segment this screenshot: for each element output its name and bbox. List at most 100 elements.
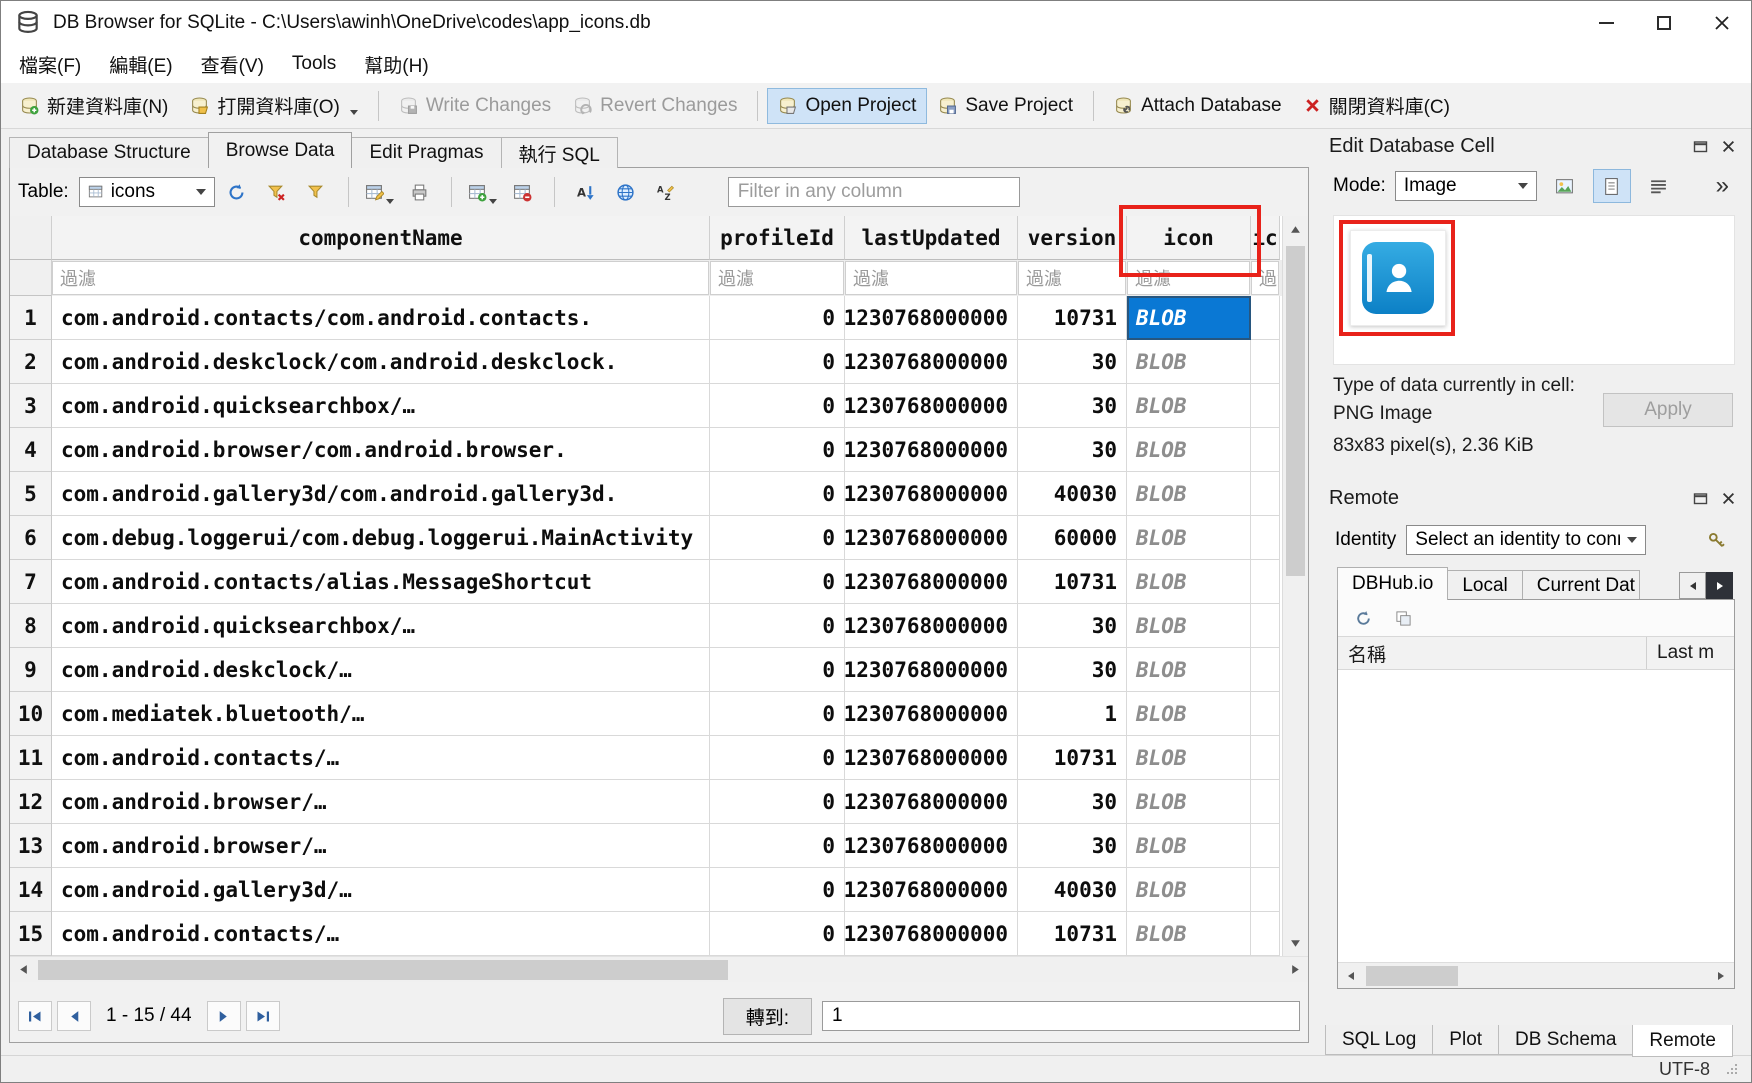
close-panel-icon[interactable] (1715, 133, 1741, 159)
save-project-button[interactable]: Save Project (927, 88, 1084, 124)
goto-button[interactable]: 轉到: (723, 998, 812, 1035)
import-data-button[interactable] (1546, 169, 1584, 203)
component-name-cell[interactable]: com.android.contacts/… (52, 736, 710, 780)
filter-lastupdated-input[interactable]: 過濾 (845, 261, 1017, 295)
column-header-componentname[interactable]: componentName (52, 216, 710, 260)
last-updated-cell[interactable]: 1230768000000 (845, 868, 1018, 912)
row-number-cell[interactable]: 14 (10, 868, 52, 912)
profile-id-cell[interactable]: 0 (710, 428, 845, 472)
icon-blob-cell[interactable]: BLOB (1127, 780, 1251, 824)
tab-sql-log[interactable]: SQL Log (1325, 1025, 1433, 1055)
version-cell[interactable]: 10731 (1018, 912, 1127, 956)
partial-cell[interactable] (1251, 912, 1280, 956)
profile-id-cell[interactable]: 0 (710, 340, 845, 384)
partial-cell[interactable] (1251, 604, 1280, 648)
profile-id-cell[interactable]: 0 (710, 912, 845, 956)
edit-record-button[interactable] (362, 176, 398, 208)
partial-cell[interactable] (1251, 868, 1280, 912)
goto-record-input[interactable] (822, 1001, 1300, 1031)
toolbar-overflow-icon[interactable]: » (1716, 172, 1735, 200)
attach-database-button[interactable]: Attach Database (1103, 88, 1292, 124)
version-cell[interactable]: 30 (1018, 648, 1127, 692)
remote-horizontal-scrollbar[interactable] (1338, 962, 1734, 988)
edit-record-dropdown-icon[interactable] (386, 199, 394, 204)
version-cell[interactable]: 30 (1018, 780, 1127, 824)
tab-scroll-right-icon[interactable] (1706, 572, 1733, 599)
vertical-scroll-thumb[interactable] (1286, 246, 1305, 576)
encoding-button[interactable] (608, 176, 644, 208)
icon-blob-cell[interactable]: BLOB (1127, 736, 1251, 780)
partial-cell[interactable] (1251, 780, 1280, 824)
edit-encoding-button[interactable]: AZ (648, 176, 684, 208)
manage-identities-button[interactable] (1697, 523, 1735, 557)
print-button[interactable] (402, 176, 438, 208)
icon-blob-cell[interactable]: BLOB (1127, 912, 1251, 956)
partial-cell[interactable] (1251, 516, 1280, 560)
open-database-dropdown-icon[interactable] (350, 110, 358, 115)
component-name-cell[interactable]: com.android.contacts/alias.MessageShortc… (52, 560, 710, 604)
save-filter-button[interactable] (299, 176, 335, 208)
float-panel-icon[interactable] (1687, 133, 1713, 159)
icon-blob-cell[interactable]: BLOB (1127, 472, 1251, 516)
version-cell[interactable]: 1 (1018, 692, 1127, 736)
version-cell[interactable]: 30 (1018, 384, 1127, 428)
icon-blob-cell[interactable]: BLOB (1127, 604, 1251, 648)
icon-blob-cell[interactable]: BLOB (1127, 296, 1251, 340)
version-cell[interactable]: 30 (1018, 340, 1127, 384)
icon-blob-cell[interactable]: BLOB (1127, 868, 1251, 912)
revert-changes-button[interactable]: Revert Changes (562, 88, 748, 124)
horizontal-scroll-track[interactable] (36, 957, 1282, 982)
mode-selector[interactable]: Image (1395, 171, 1537, 201)
column-header-lastupdated[interactable]: lastUpdated (845, 216, 1018, 260)
filter-partial-input[interactable]: 過濾 (1251, 261, 1279, 295)
row-number-cell[interactable]: 13 (10, 824, 52, 868)
maximize-button[interactable] (1635, 1, 1693, 45)
scroll-left-icon[interactable] (1338, 963, 1364, 988)
menu-help[interactable]: 幫助(H) (350, 45, 442, 83)
row-number-cell[interactable]: 11 (10, 736, 52, 780)
icon-blob-cell[interactable]: BLOB (1127, 648, 1251, 692)
profile-id-cell[interactable]: 0 (710, 384, 845, 428)
profile-id-cell[interactable]: 0 (710, 692, 845, 736)
row-number-cell[interactable]: 15 (10, 912, 52, 956)
profile-id-cell[interactable]: 0 (710, 824, 845, 868)
version-cell[interactable]: 10731 (1018, 296, 1127, 340)
word-wrap-button[interactable] (1640, 169, 1678, 203)
partial-cell[interactable] (1251, 296, 1280, 340)
new-database-button[interactable]: 新建資料庫(N) (9, 85, 179, 126)
scroll-down-icon[interactable] (1283, 930, 1308, 956)
version-cell[interactable]: 10731 (1018, 736, 1127, 780)
component-name-cell[interactable]: com.android.gallery3d/… (52, 868, 710, 912)
tab-current-database[interactable]: Current Dat (1522, 570, 1640, 600)
table-horizontal-scrollbar[interactable] (10, 956, 1308, 982)
tab-db-schema[interactable]: DB Schema (1498, 1025, 1633, 1055)
open-database-button[interactable]: 打開資料庫(O) (179, 85, 368, 126)
last-updated-cell[interactable]: 1230768000000 (845, 472, 1018, 516)
float-panel-icon[interactable] (1687, 485, 1713, 511)
profile-id-cell[interactable]: 0 (710, 868, 845, 912)
tab-browse-data[interactable]: Browse Data (208, 132, 353, 168)
icon-blob-cell[interactable]: BLOB (1127, 384, 1251, 428)
last-updated-cell[interactable]: 1230768000000 (845, 340, 1018, 384)
last-updated-cell[interactable]: 1230768000000 (845, 824, 1018, 868)
icon-blob-cell[interactable]: BLOB (1127, 692, 1251, 736)
profile-id-cell[interactable]: 0 (710, 296, 845, 340)
last-page-button[interactable] (246, 1001, 280, 1031)
icon-blob-cell[interactable]: BLOB (1127, 824, 1251, 868)
partial-cell[interactable] (1251, 560, 1280, 604)
menu-tools[interactable]: Tools (278, 45, 350, 83)
remote-column-last-modified[interactable]: Last m (1646, 637, 1734, 669)
profile-id-cell[interactable]: 0 (710, 516, 845, 560)
row-number-cell[interactable]: 4 (10, 428, 52, 472)
profile-id-cell[interactable]: 0 (710, 560, 845, 604)
version-cell[interactable]: 10731 (1018, 560, 1127, 604)
open-project-button[interactable]: Open Project (767, 88, 927, 124)
row-number-cell[interactable]: 5 (10, 472, 52, 516)
filter-profileid-input[interactable]: 過濾 (710, 261, 844, 295)
scroll-right-icon[interactable] (1708, 963, 1734, 988)
last-updated-cell[interactable]: 1230768000000 (845, 384, 1018, 428)
menu-view[interactable]: 查看(V) (187, 45, 278, 83)
refresh-button[interactable] (219, 176, 255, 208)
profile-id-cell[interactable]: 0 (710, 604, 845, 648)
icon-blob-cell[interactable]: BLOB (1127, 428, 1251, 472)
